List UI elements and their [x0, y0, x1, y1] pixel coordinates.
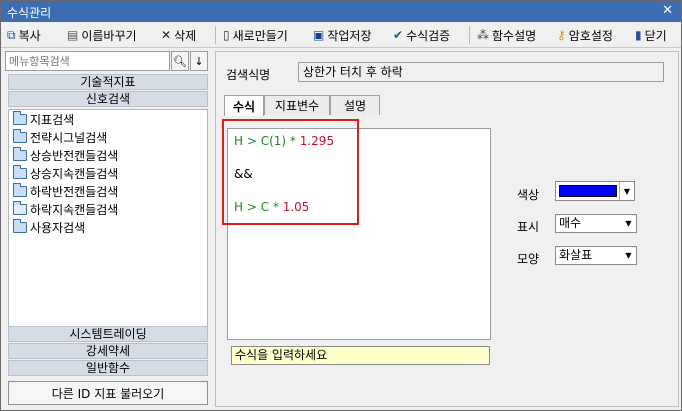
- menu-search-row: 🔍︎ ↓: [5, 51, 208, 71]
- tree-item-label: 하락반전캔들검색: [30, 185, 119, 199]
- folder-icon: [13, 111, 27, 125]
- formula-highlight-box: [222, 119, 359, 225]
- tree-item-label: 사용자검색: [30, 221, 86, 235]
- tree-item-label: 전략시그널검색: [30, 131, 108, 145]
- search-tree-list: 지표검색 전략시그널검색 상승반전캔들검색 상승지속캔들검색 하락반전캔들검색 …: [8, 109, 208, 327]
- password-button[interactable]: ⚷ 암호설정: [557, 25, 613, 45]
- function-help-label: 함수설명: [492, 28, 537, 43]
- save-icon: ▣: [313, 28, 325, 42]
- new-label: 새로만들기: [232, 28, 288, 43]
- chevron-down-icon: ▼: [619, 182, 634, 200]
- tree-item-bull-continuation[interactable]: 상승지속캔들검색: [13, 165, 118, 182]
- shape-select[interactable]: 화살표 ▼: [555, 246, 637, 265]
- tree-item-label: 상승반전캔들검색: [30, 149, 119, 163]
- verify-label: 수식검증: [406, 28, 451, 43]
- formula-manager-window: 수식관리 ✕ ⧉ 복사 ▤ 이름바꾸기 ✕ 삭제 ▯ 새로만들기 ▣ 작업저장 …: [0, 0, 682, 411]
- category-technical-indicators[interactable]: 기술적지표: [8, 74, 208, 90]
- load-other-id-button[interactable]: 다른 ID 지표 불러오기: [8, 381, 208, 405]
- rename-button[interactable]: ▤ 이름바꾸기: [67, 25, 137, 45]
- toolbar-separator: [469, 26, 470, 44]
- tree-item-bear-reversal[interactable]: 하락반전캔들검색: [13, 183, 118, 200]
- rename-icon: ▤: [67, 28, 79, 42]
- delete-icon: ✕: [161, 28, 172, 42]
- search-name-field[interactable]: 상한가 터치 후 하락: [298, 62, 664, 82]
- close-label: 닫기: [644, 28, 667, 43]
- chevron-down-icon: ▼: [625, 251, 632, 260]
- formula-hint-field[interactable]: 수식을 입력하세요: [231, 346, 490, 365]
- save-button[interactable]: ▣ 작업저장: [313, 25, 372, 45]
- key-icon: ⚷: [557, 28, 566, 42]
- open-folder-icon: [13, 201, 27, 215]
- check-icon: ✔: [393, 28, 404, 42]
- copy-icon: ⧉: [7, 28, 16, 42]
- menu-search-input[interactable]: [5, 51, 170, 71]
- arrow-down-icon: ↓: [194, 54, 204, 68]
- tree-item-label: 상승지속캔들검색: [30, 167, 119, 181]
- exit-icon: ▮: [635, 28, 642, 42]
- delete-label: 삭제: [174, 28, 197, 43]
- folder-icon: [13, 165, 27, 179]
- window-close-icon[interactable]: ✕: [662, 3, 673, 18]
- display-value: 매수: [559, 216, 582, 230]
- title-bar: 수식관리 ✕: [1, 1, 681, 22]
- copy-label: 복사: [18, 28, 41, 43]
- search-name-label: 검색식명: [226, 68, 271, 82]
- window-title: 수식관리: [7, 6, 52, 20]
- magic-wand-icon: ⁂: [477, 28, 489, 42]
- search-button[interactable]: 🔍︎: [171, 51, 189, 71]
- rename-label: 이름바꾸기: [81, 28, 137, 43]
- search-icon: 🔍︎: [173, 54, 187, 68]
- category-general-functions[interactable]: 일반함수: [8, 360, 208, 376]
- password-label: 암호설정: [568, 28, 613, 43]
- tree-item-label: 하락지속캔들검색: [30, 203, 119, 217]
- function-help-button[interactable]: ⁂ 함수설명: [477, 25, 536, 45]
- color-picker[interactable]: ▼: [555, 181, 635, 201]
- display-label: 표시: [517, 220, 540, 234]
- new-document-icon: ▯: [223, 28, 230, 42]
- tree-item-strategy-signal[interactable]: 전략시그널검색: [13, 129, 107, 146]
- category-signal-search[interactable]: 신호검색: [8, 91, 208, 107]
- delete-button[interactable]: ✕ 삭제: [161, 25, 196, 45]
- tab-description[interactable]: 설명: [330, 95, 380, 115]
- new-button[interactable]: ▯ 새로만들기: [223, 25, 288, 45]
- tree-item-bear-continuation[interactable]: 하락지속캔들검색: [13, 201, 118, 218]
- chevron-down-icon: ▼: [625, 219, 632, 228]
- folder-icon: [13, 129, 27, 143]
- shape-value: 화살표: [559, 248, 593, 262]
- folder-icon: [13, 219, 27, 233]
- category-strength-weakness[interactable]: 강세약세: [8, 343, 208, 359]
- tree-item-user-search[interactable]: 사용자검색: [13, 219, 85, 236]
- tree-item-label: 지표검색: [30, 113, 75, 127]
- left-panel: 🔍︎ ↓ 기술적지표 신호검색 지표검색 전략시그널검색 상승반전캔들검색: [5, 51, 208, 407]
- tab-indicator-variables[interactable]: 지표변수: [264, 95, 330, 115]
- color-swatch: [559, 185, 617, 197]
- save-label: 작업저장: [327, 28, 372, 43]
- verify-button[interactable]: ✔ 수식검증: [393, 25, 450, 45]
- close-button[interactable]: ▮ 닫기: [635, 25, 667, 45]
- copy-button[interactable]: ⧉ 복사: [7, 25, 41, 45]
- folder-icon: [13, 147, 27, 161]
- category-system-trading[interactable]: 시스템트레이딩: [8, 326, 208, 342]
- tab-formula[interactable]: 수식: [224, 95, 264, 116]
- toolbar-separator: [215, 26, 216, 44]
- shape-label: 모양: [517, 252, 540, 266]
- right-panel: 검색식명 상한가 터치 후 하락 수식 지표변수 설명 H > C(1) * 1…: [215, 51, 679, 407]
- toolbar: ⧉ 복사 ▤ 이름바꾸기 ✕ 삭제 ▯ 새로만들기 ▣ 작업저장 ✔ 수식검증 …: [1, 22, 681, 48]
- download-button[interactable]: ↓: [190, 51, 208, 71]
- color-label: 색상: [517, 188, 540, 202]
- tree-item-indicator-search[interactable]: 지표검색: [13, 111, 74, 128]
- tree-item-bull-reversal[interactable]: 상승반전캔들검색: [13, 147, 118, 164]
- display-select[interactable]: 매수 ▼: [555, 214, 637, 233]
- folder-icon: [13, 183, 27, 197]
